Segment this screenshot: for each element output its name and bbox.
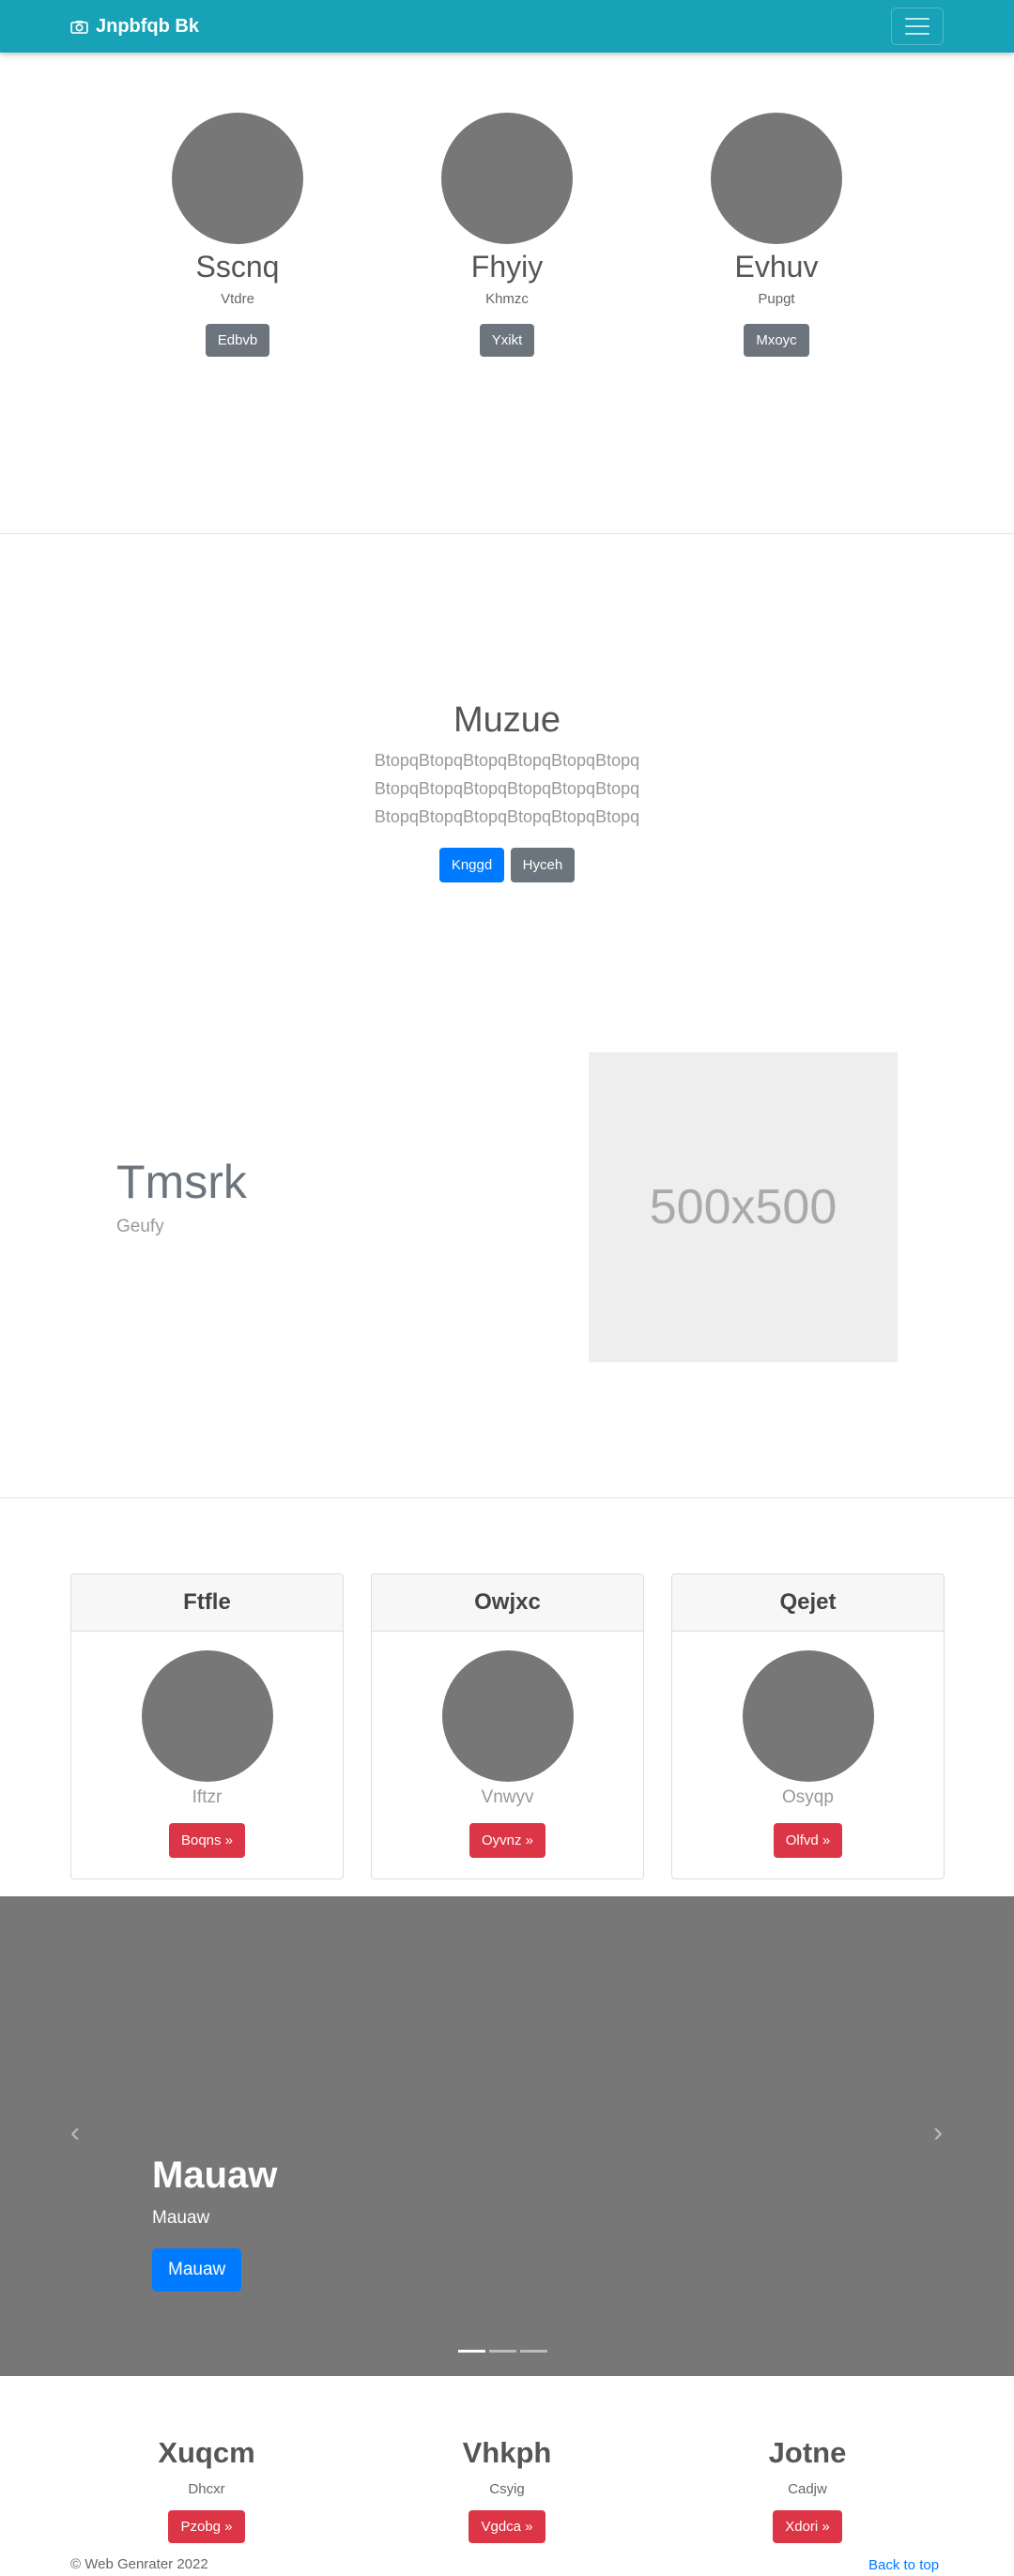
- carousel-caption-button[interactable]: Mauaw: [152, 2248, 242, 2292]
- column: Jotne Cadjw Xdori »: [704, 2436, 911, 2543]
- column-text: Csyig: [489, 2481, 525, 2497]
- card: Owjxc Vnwyv Oyvnz »: [371, 1573, 644, 1879]
- column-button[interactable]: Xdori »: [773, 2510, 842, 2543]
- carousel-caption-text: Mauaw: [152, 2208, 210, 2228]
- card-header: Ftfle: [71, 1574, 343, 1632]
- profile-text: Khmzc: [485, 291, 529, 307]
- hamburger-icon-line: [905, 25, 930, 27]
- profile-button[interactable]: Edbvb: [205, 324, 270, 357]
- profile-heading: Sscnq: [195, 250, 280, 284]
- back-to-top-link[interactable]: Back to top: [868, 2557, 939, 2573]
- lead-line: BtopqBtopqBtopqBtopqBtopqBtopq: [374, 779, 640, 798]
- card-text: Vnwyv: [481, 1787, 534, 1807]
- avatar-placeholder: [742, 1650, 874, 1782]
- jumbotron-buttons: Knggd Hyceh: [0, 848, 1014, 882]
- profile-heading: Evhuv: [734, 250, 819, 284]
- profile-button[interactable]: Mxoyc: [744, 324, 809, 357]
- chevron-right-icon[interactable]: ›: [927, 2119, 949, 2147]
- feature-subtitle: Geufy: [116, 1217, 164, 1236]
- feature-title: Tmsrk: [116, 1156, 247, 1208]
- avatar-placeholder: [141, 1650, 273, 1782]
- profile-card: Evhuv Pupgt Mxoyc: [683, 113, 870, 357]
- lead-line: BtopqBtopqBtopqBtopqBtopqBtopq: [374, 751, 640, 770]
- column-heading: Xuqcm: [158, 2436, 255, 2469]
- camera-icon: [70, 20, 88, 34]
- card: Qejet Osyqp Olfvd »: [671, 1573, 945, 1879]
- card-header: Qejet: [672, 1574, 944, 1632]
- column-button[interactable]: Pzobg »: [168, 2510, 245, 2543]
- jumbotron-title: Muzue: [453, 700, 561, 740]
- image-placeholder: 500x500: [589, 1052, 898, 1362]
- primary-button[interactable]: Knggd: [438, 848, 505, 882]
- card-header: Owjxc: [372, 1574, 643, 1632]
- avatar-placeholder: [441, 113, 573, 244]
- card-text: Iftzr: [192, 1787, 223, 1807]
- avatar-placeholder: [711, 113, 842, 244]
- brand-label: Jnpbfqb Bk: [96, 15, 199, 37]
- hamburger-icon-line: [905, 33, 930, 35]
- profile-button[interactable]: Yxikt: [479, 324, 535, 357]
- section-divider: [0, 533, 1014, 534]
- navbar: Jnpbfqb Bk: [0, 0, 1014, 53]
- column-button[interactable]: Vgdca »: [469, 2510, 545, 2543]
- jumbotron: Muzue BtopqBtopqBtopqBtopqBtopqBtopq Bto…: [0, 699, 1014, 882]
- card-text: Osyqp: [782, 1787, 834, 1807]
- card: Ftfle Iftzr Boqns »: [70, 1573, 344, 1879]
- column: Vhkph Csyig Vgdca »: [404, 2436, 610, 2543]
- footer-copyright: © Web Genrater 2022: [70, 2556, 208, 2572]
- jumbotron-lead: BtopqBtopqBtopqBtopqBtopqBtopq BtopqBtop…: [0, 746, 1014, 831]
- carousel-indicator[interactable]: [489, 2350, 516, 2353]
- navbar-brand[interactable]: Jnpbfqb Bk: [70, 0, 199, 53]
- carousel-indicators: [458, 2350, 547, 2353]
- avatar-placeholder: [172, 113, 303, 244]
- chevron-left-icon[interactable]: ‹: [64, 2119, 86, 2147]
- section-divider: [0, 1497, 1014, 1498]
- navbar-toggler-button[interactable]: [891, 8, 944, 45]
- profile-text: Pupgt: [758, 291, 795, 307]
- column-heading: Jotne: [768, 2436, 847, 2469]
- card-button[interactable]: Boqns »: [168, 1823, 246, 1858]
- profile-card: Fhyiy Khmzc Yxikt: [413, 113, 601, 357]
- profile-card: Sscnq Vtdre Edbvb: [144, 113, 331, 357]
- carousel: ‹ › Mauaw Mauaw Mauaw: [0, 1896, 1014, 2376]
- column-text: Dhcxr: [188, 2481, 225, 2497]
- profile-heading: Fhyiy: [470, 250, 544, 284]
- avatar-placeholder: [441, 1650, 574, 1782]
- card-button[interactable]: Oyvnz »: [469, 1823, 546, 1858]
- column-text: Cadjw: [788, 2481, 827, 2497]
- lead-line: BtopqBtopqBtopqBtopqBtopqBtopq: [374, 807, 640, 826]
- profile-text: Vtdre: [221, 291, 254, 307]
- column: Xuqcm Dhcxr Pzobg »: [103, 2436, 310, 2543]
- hamburger-icon: [905, 18, 930, 20]
- column-heading: Vhkph: [462, 2436, 552, 2469]
- carousel-indicator[interactable]: [458, 2350, 485, 2353]
- card-button[interactable]: Olfvd »: [773, 1823, 843, 1858]
- carousel-indicator[interactable]: [520, 2350, 547, 2353]
- carousel-caption-title: Mauaw: [152, 2154, 278, 2196]
- secondary-button[interactable]: Hyceh: [510, 848, 576, 882]
